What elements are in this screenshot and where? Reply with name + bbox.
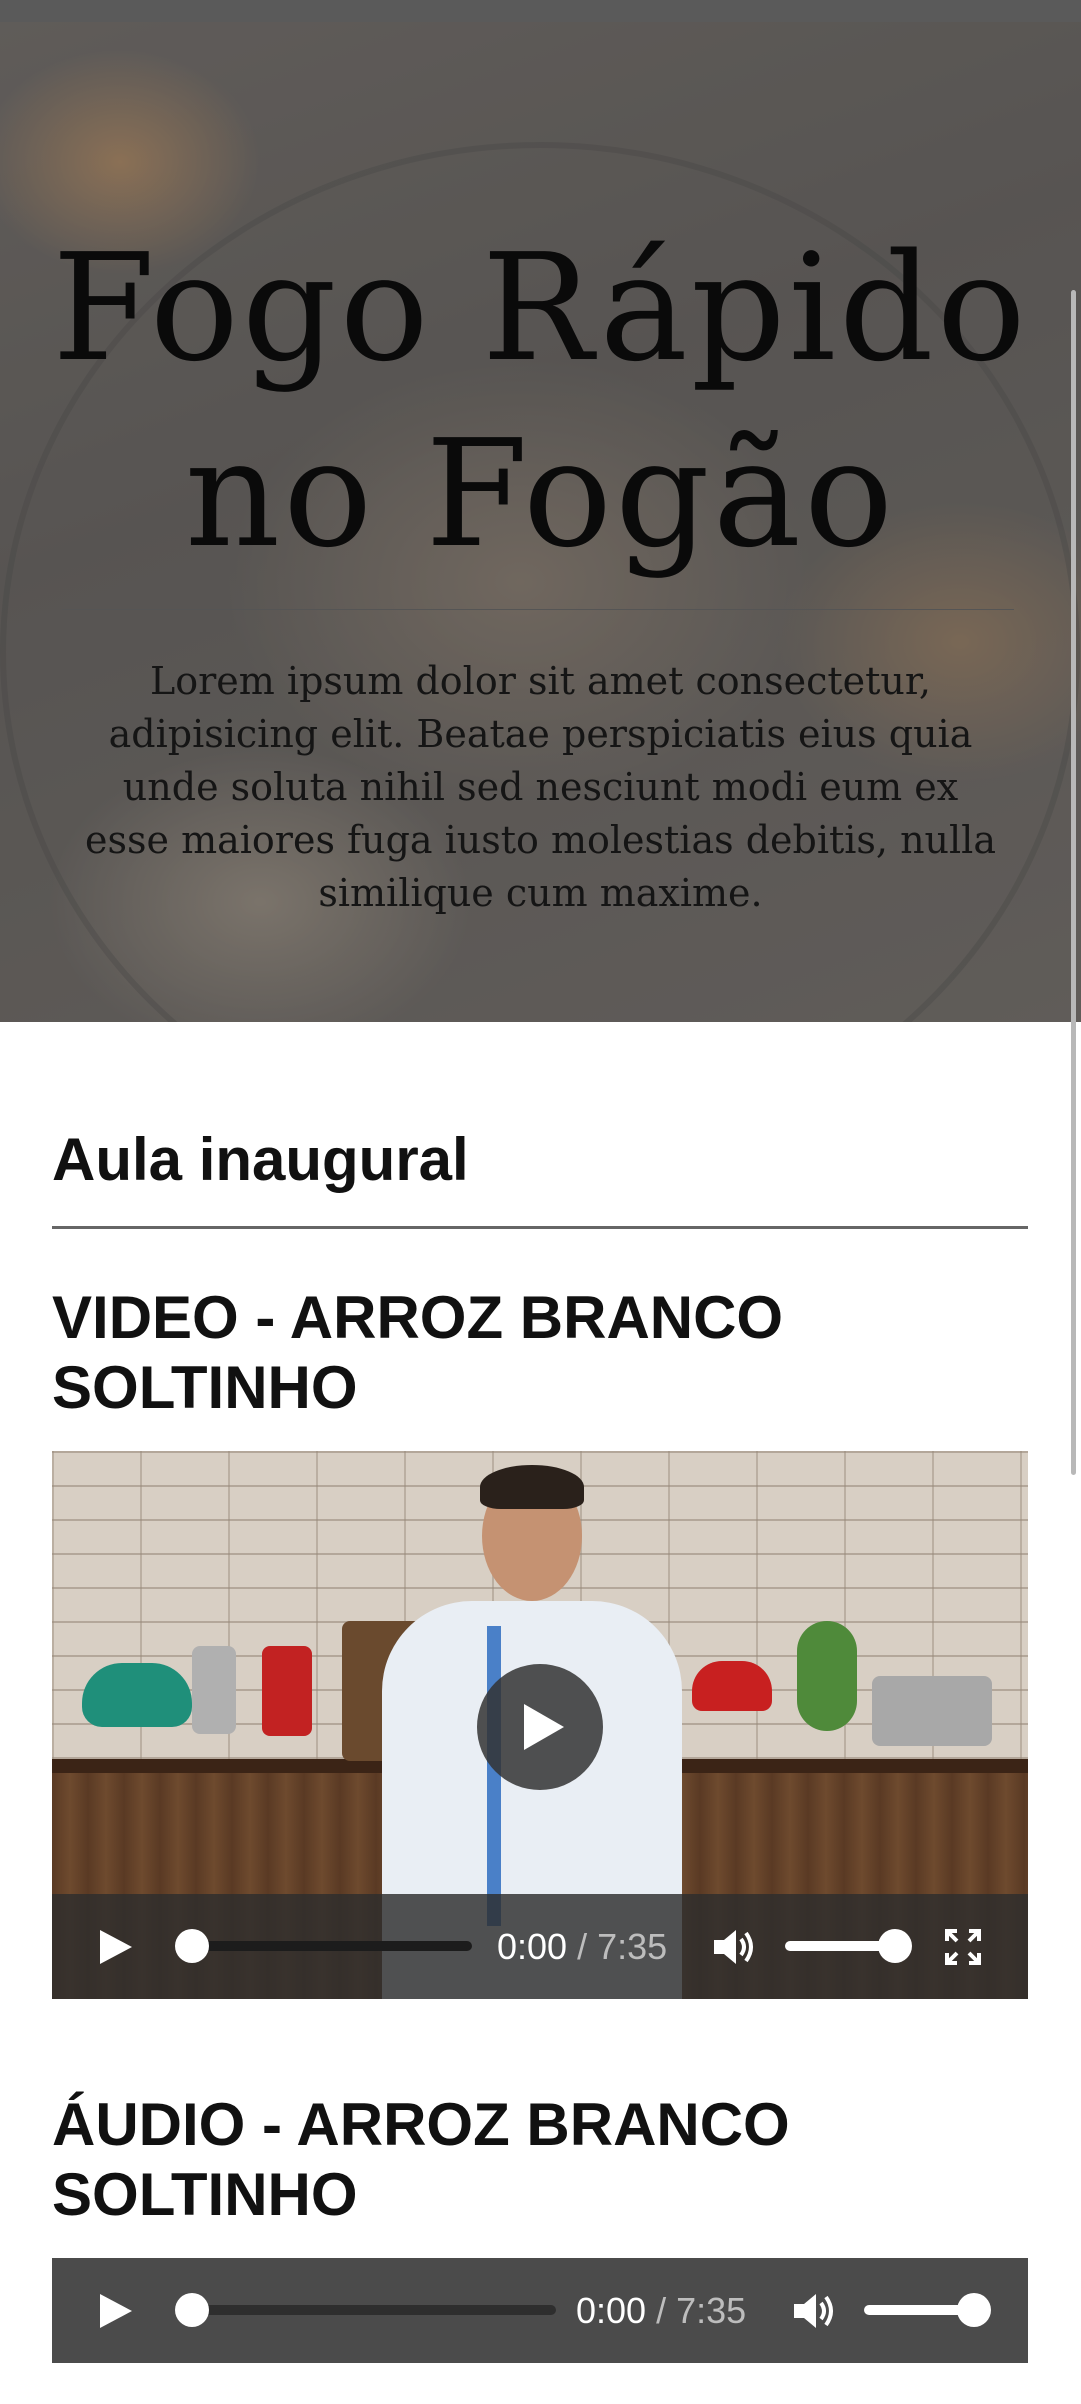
audio-title: ÁUDIO - ARROZ BRANCO SOLTINHO: [52, 2090, 790, 2230]
video-progress-track[interactable]: [192, 1941, 472, 1951]
video-frame-red-pot: [692, 1661, 772, 1711]
video-frame-plant: [797, 1621, 857, 1731]
volume-icon[interactable]: [792, 2290, 836, 2332]
video-frame-pot: [82, 1663, 192, 1727]
scrollbar-thumb[interactable]: [1071, 290, 1076, 1475]
video-player[interactable]: 0:00 / 7:35: [52, 1451, 1028, 1999]
hero-description: Lorem ipsum dolor sit amet consectetur, …: [85, 659, 996, 915]
video-progress-knob[interactable]: [175, 1929, 209, 1963]
video-time-separator: /: [577, 1926, 588, 1967]
hero-title-line-2: no Fogão: [184, 408, 897, 580]
volume-icon[interactable]: [712, 1926, 756, 1968]
audio-current-time: 0:00: [576, 2290, 647, 2331]
audio-time-separator: /: [656, 2290, 667, 2331]
section-divider: [52, 1226, 1028, 1229]
audio-volume-knob[interactable]: [957, 2293, 991, 2327]
video-frame-blender: [262, 1646, 312, 1736]
video-title-line-2: SOLTINHO: [52, 1354, 358, 1421]
video-volume-knob[interactable]: [878, 1929, 912, 1963]
top-bar: [0, 0, 1081, 22]
audio-progress-knob[interactable]: [175, 2293, 209, 2327]
video-title-line-1: VIDEO - ARROZ BRANCO: [52, 1284, 784, 1351]
section-title: Aula inaugural: [52, 1126, 469, 1193]
big-play-button[interactable]: [477, 1664, 603, 1790]
audio-title-line-2: SOLTINHO: [52, 2161, 358, 2228]
play-icon: [524, 1704, 564, 1750]
play-icon[interactable]: [98, 2292, 134, 2330]
audio-player[interactable]: 0:00 / 7:35: [52, 2258, 1028, 2363]
audio-progress-track[interactable]: [192, 2305, 556, 2315]
play-icon[interactable]: [98, 1928, 134, 1966]
video-time-display: 0:00 / 7:35: [497, 1926, 667, 1968]
video-current-time: 0:00: [497, 1926, 568, 1967]
video-frame-chef-stripe: [487, 1626, 501, 1926]
fullscreen-icon[interactable]: [944, 1928, 982, 1966]
audio-title-line-1: ÁUDIO - ARROZ BRANCO: [52, 2091, 790, 2158]
audio-time-display: 0:00 / 7:35: [576, 2290, 746, 2332]
video-frame-mixer: [872, 1676, 992, 1746]
video-title: VIDEO - ARROZ BRANCO SOLTINHO: [52, 1283, 783, 1423]
video-frame-juicer: [192, 1646, 236, 1734]
hero-divider: [62, 609, 1014, 610]
video-controls: 0:00 / 7:35: [52, 1894, 1028, 1999]
hero-title-line-1: Fogo Rápido: [52, 222, 1029, 394]
video-frame-chef-hair: [480, 1465, 584, 1509]
audio-duration: 7:35: [676, 2290, 747, 2331]
video-duration: 7:35: [597, 1926, 668, 1967]
hero-title: Fogo Rápido no Fogão: [0, 215, 1081, 587]
